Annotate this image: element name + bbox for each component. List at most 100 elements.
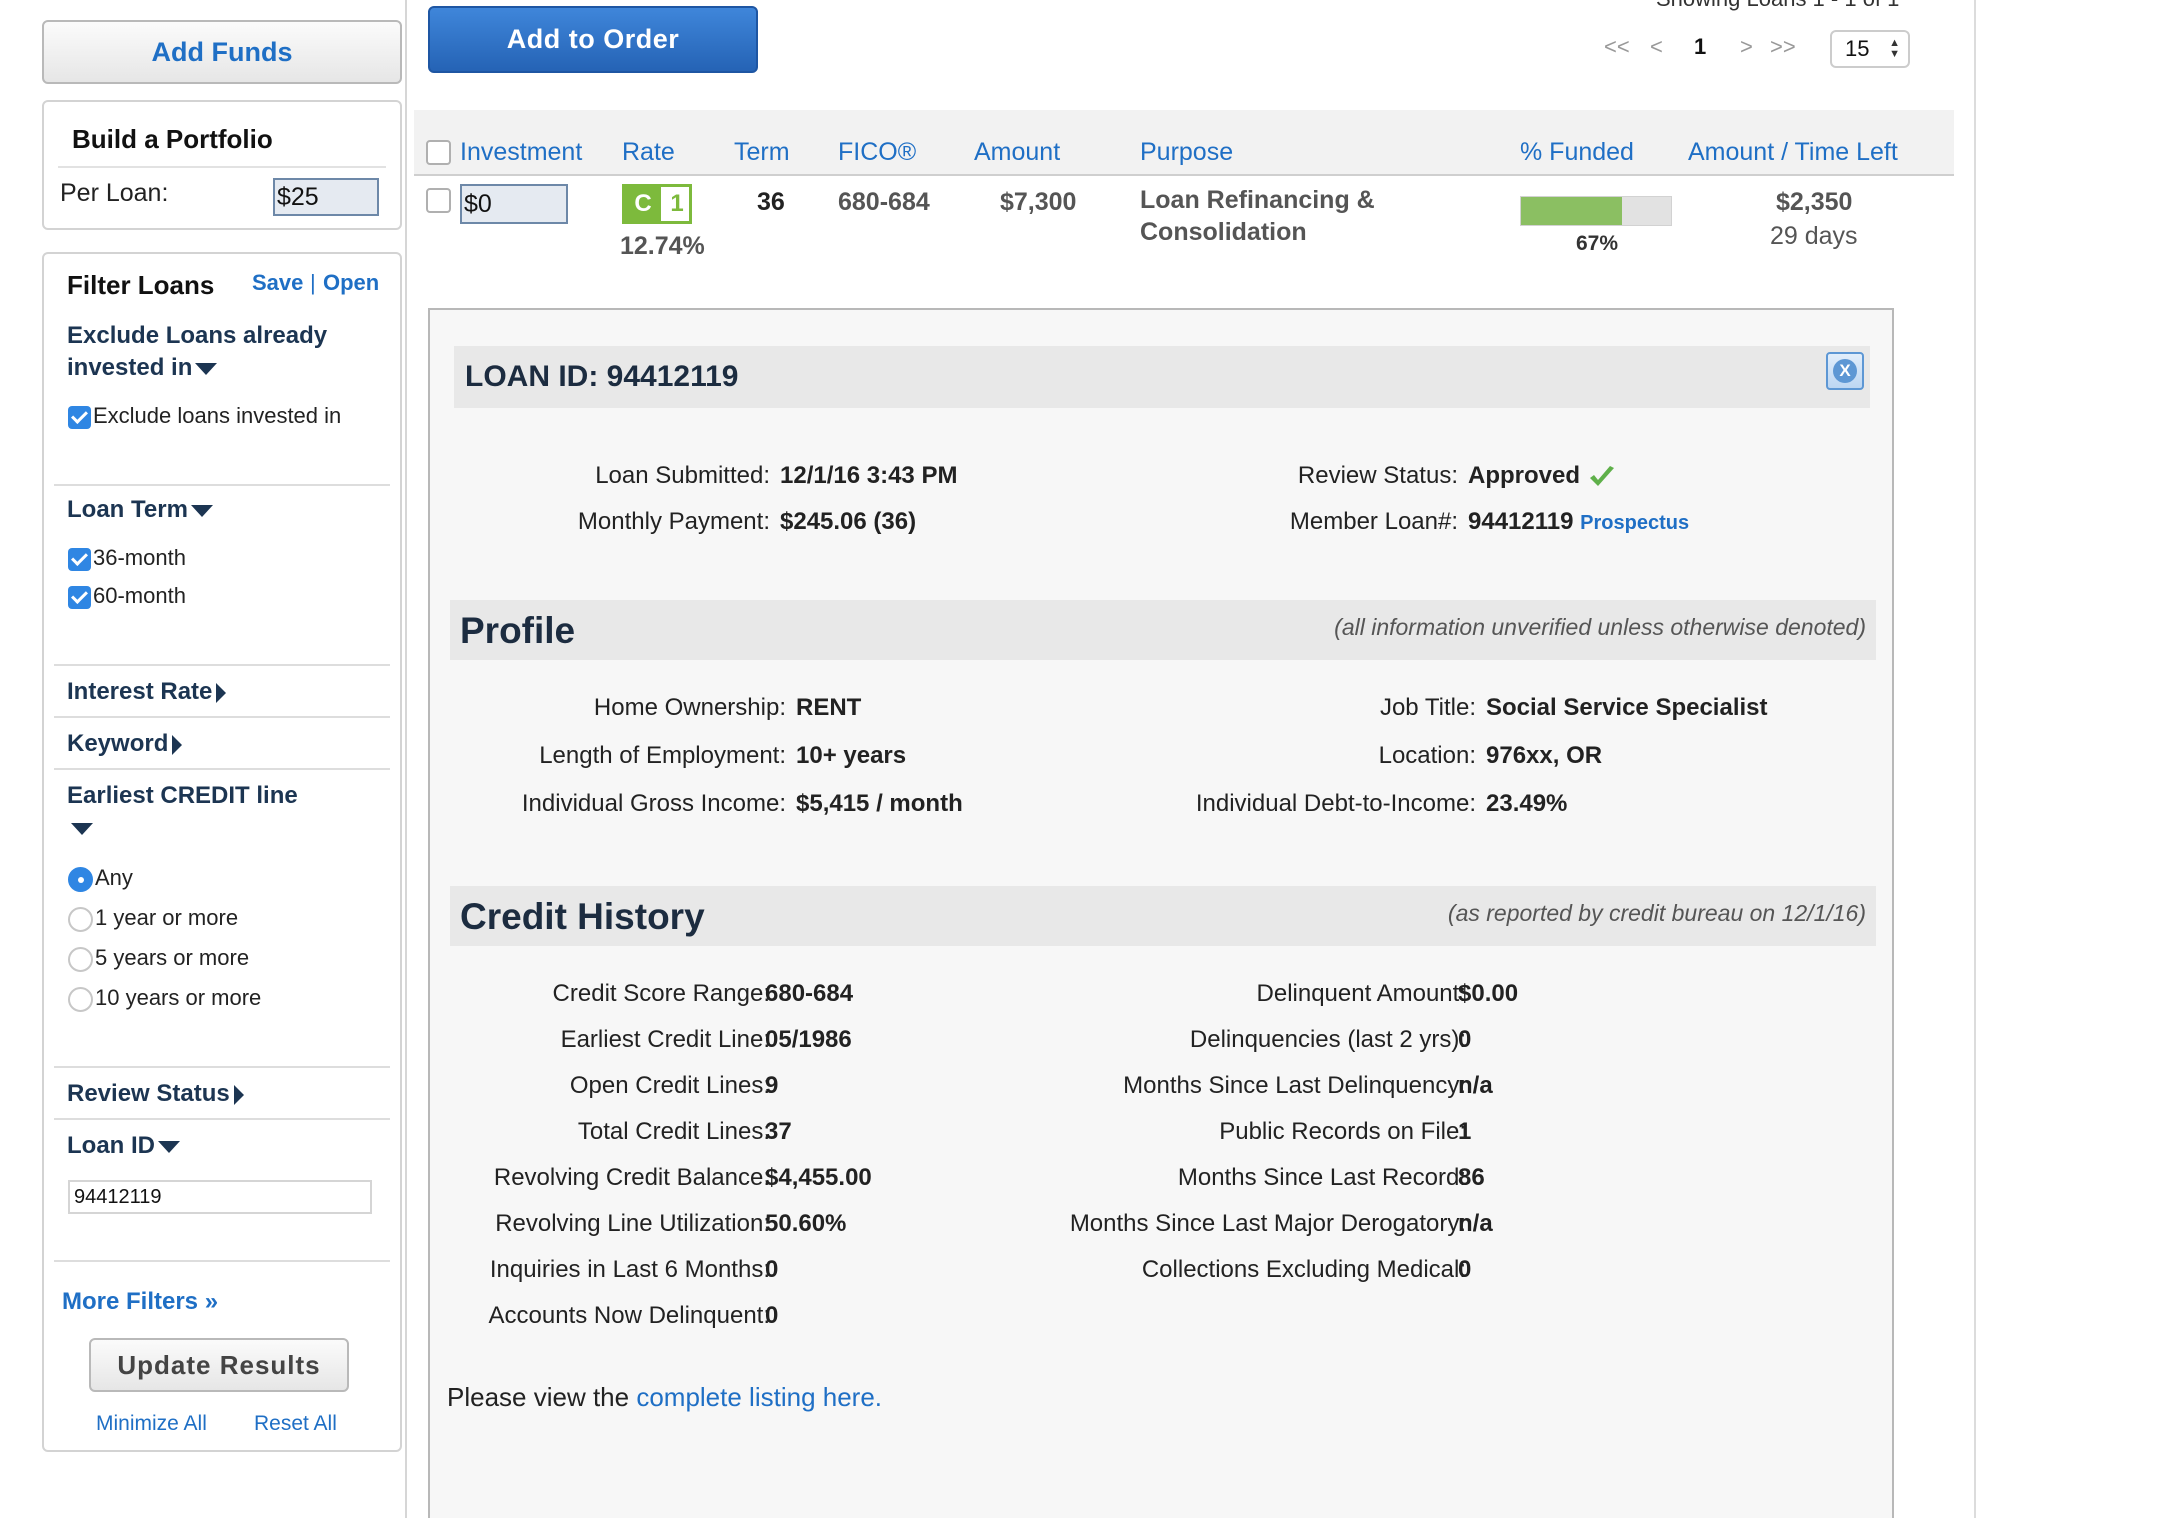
keyword-toggle[interactable]: Keyword bbox=[67, 728, 183, 760]
loan-id-toggle[interactable]: Loan ID bbox=[67, 1130, 180, 1162]
chevron-down-icon bbox=[158, 1140, 180, 1153]
link-separator: | bbox=[310, 270, 316, 295]
chevron-down-icon bbox=[71, 822, 93, 835]
exclude-invested-checkbox[interactable] bbox=[68, 405, 91, 429]
divider bbox=[54, 716, 390, 718]
divider bbox=[54, 1118, 390, 1120]
loan-id-input[interactable] bbox=[68, 1180, 372, 1214]
close-detail-button[interactable]: X bbox=[1826, 352, 1864, 390]
credit-value: 680-684 bbox=[765, 980, 854, 1007]
per-loan-label: Per Loan: bbox=[60, 179, 169, 207]
dti-value: 23.49% bbox=[1486, 790, 1568, 817]
credit-10yr-radio-row[interactable]: 10 years or more bbox=[68, 984, 261, 1012]
build-portfolio-panel: Build a Portfolio Per Loan: bbox=[42, 100, 402, 230]
term-36-checkbox[interactable] bbox=[68, 547, 91, 571]
col-amount[interactable]: Amount bbox=[974, 138, 1060, 167]
credit-5yr-radio[interactable] bbox=[68, 946, 93, 972]
interest-rate-toggle[interactable]: Interest Rate bbox=[67, 676, 227, 708]
investment-input[interactable] bbox=[460, 184, 568, 224]
pager-next-link[interactable]: > bbox=[1740, 34, 1753, 60]
credit-any-radio-row[interactable]: Any bbox=[68, 864, 133, 892]
per-page-select[interactable]: 15 ▲ ▼ bbox=[1830, 30, 1910, 68]
pager-current-page: 1 bbox=[1694, 34, 1707, 59]
more-filters-link[interactable]: More Filters » bbox=[62, 1288, 218, 1316]
loan-detail-panel: LOAN ID: 94412119 X Loan Submitted: 12/1… bbox=[428, 308, 1894, 1518]
employment-length-value: 10+ years bbox=[796, 742, 907, 769]
credit-1yr-radio[interactable] bbox=[68, 906, 93, 932]
col-purpose[interactable]: Purpose bbox=[1140, 138, 1233, 167]
credit-value: 37 bbox=[765, 1118, 792, 1145]
complete-listing-text: Please view the complete listing here. bbox=[447, 1382, 882, 1413]
credit-value: n/a bbox=[1458, 1210, 1493, 1237]
funded-progress-bar bbox=[1520, 196, 1672, 226]
row-checkbox[interactable] bbox=[426, 188, 451, 213]
term-value: 36 bbox=[757, 188, 785, 216]
save-filter-link[interactable]: Save bbox=[252, 270, 303, 296]
loan-submitted-value: 12/1/16 3:43 PM bbox=[780, 462, 958, 489]
divider bbox=[58, 166, 386, 168]
minimize-all-link[interactable]: Minimize All bbox=[96, 1412, 207, 1436]
complete-listing-link[interactable]: complete listing here. bbox=[636, 1382, 882, 1412]
select-all-checkbox[interactable] bbox=[426, 140, 451, 165]
select-arrows-icon: ▲ ▼ bbox=[1889, 37, 1900, 60]
profile-note: (all information unverified unless other… bbox=[1334, 614, 1866, 640]
credit-history-section-header: Credit History (as reported by credit bu… bbox=[450, 886, 1876, 946]
add-funds-button[interactable]: Add Funds bbox=[42, 20, 402, 84]
loan-term-toggle[interactable]: Loan Term bbox=[67, 494, 213, 526]
reset-all-link[interactable]: Reset All bbox=[254, 1412, 337, 1436]
update-results-button[interactable]: Update Results bbox=[89, 1338, 349, 1392]
prospectus-link[interactable]: Prospectus bbox=[1580, 512, 1689, 534]
per-loan-input[interactable] bbox=[273, 178, 379, 216]
exclude-loans-toggle[interactable]: Exclude Loans already invested in bbox=[67, 320, 327, 384]
exclude-loans-title: Exclude Loans already bbox=[67, 322, 328, 349]
col-fico[interactable]: FICO® bbox=[838, 138, 916, 167]
gross-income-value: $5,415 / month bbox=[796, 790, 963, 817]
pager-first-link[interactable]: << bbox=[1604, 34, 1630, 60]
chevron-right-icon bbox=[233, 1084, 244, 1105]
per-page-value: 15 bbox=[1845, 36, 1870, 61]
credit-any-radio[interactable] bbox=[68, 866, 93, 892]
open-filter-link[interactable]: Open bbox=[323, 270, 379, 296]
credit-1yr-radio-row[interactable]: 1 year or more bbox=[68, 904, 238, 932]
col-term[interactable]: Term bbox=[734, 138, 790, 167]
funded-percent-label: 67% bbox=[1576, 232, 1619, 255]
credit-5yr-label: 5 years or more bbox=[95, 945, 250, 970]
col-funded[interactable]: % Funded bbox=[1520, 138, 1634, 167]
pager-prev-link[interactable]: < bbox=[1650, 34, 1663, 60]
review-status-text: Approved bbox=[1468, 462, 1581, 489]
col-amount-time-left[interactable]: Amount / Time Left bbox=[1688, 138, 1898, 167]
filter-loans-panel: Filter Loans Save | Open Exclude Loans a… bbox=[42, 252, 402, 1452]
amount-left-value: $2,350 bbox=[1776, 188, 1853, 216]
credit-label: Public Records on File: bbox=[1219, 1118, 1466, 1145]
employment-length-label: Length of Employment: bbox=[539, 742, 786, 769]
interest-rate-title: Interest Rate bbox=[67, 678, 213, 705]
term-60-checkbox[interactable] bbox=[68, 585, 91, 609]
complete-listing-prefix: Please view the bbox=[447, 1382, 637, 1412]
loan-table-header: Investment Rate Term FICO® Amount Purpos… bbox=[414, 110, 1954, 176]
add-to-order-button[interactable]: Add to Order bbox=[428, 6, 758, 73]
credit-label: Months Since Last Record: bbox=[1177, 1164, 1466, 1191]
credit-label: Earliest Credit Line: bbox=[560, 1026, 770, 1053]
credit-value: 9 bbox=[765, 1072, 779, 1099]
divider bbox=[54, 664, 390, 666]
review-status-toggle[interactable]: Review Status bbox=[67, 1078, 244, 1110]
credit-label: Accounts Now Delinquent: bbox=[488, 1302, 770, 1329]
term-60-checkbox-row[interactable]: 60-month bbox=[68, 582, 186, 610]
chevron-down-icon bbox=[195, 362, 218, 375]
credit-5yr-radio-row[interactable]: 5 years or more bbox=[68, 944, 249, 972]
credit-10yr-radio[interactable] bbox=[68, 986, 93, 1012]
monthly-payment-label: Monthly Payment: bbox=[577, 508, 770, 535]
term-36-checkbox-row[interactable]: 36-month bbox=[68, 544, 186, 572]
col-investment[interactable]: Investment bbox=[460, 138, 582, 167]
exclude-invested-checkbox-row[interactable]: Exclude loans invested in bbox=[68, 402, 341, 430]
filter-loans-title: Filter Loans bbox=[67, 270, 215, 300]
earliest-credit-toggle[interactable]: Earliest CREDIT line bbox=[67, 780, 298, 844]
pager-last-link[interactable]: >> bbox=[1770, 34, 1796, 60]
credit-value: 05/1986 bbox=[765, 1026, 852, 1053]
close-icon: X bbox=[1833, 359, 1857, 383]
amount-value: $7,300 bbox=[1000, 188, 1077, 216]
results-count: Showing Loans 1 - 1 of 1 bbox=[1656, 0, 1899, 12]
profile-section-header: Profile (all information unverified unle… bbox=[450, 600, 1876, 660]
col-rate[interactable]: Rate bbox=[622, 138, 675, 167]
divider bbox=[54, 1260, 390, 1262]
